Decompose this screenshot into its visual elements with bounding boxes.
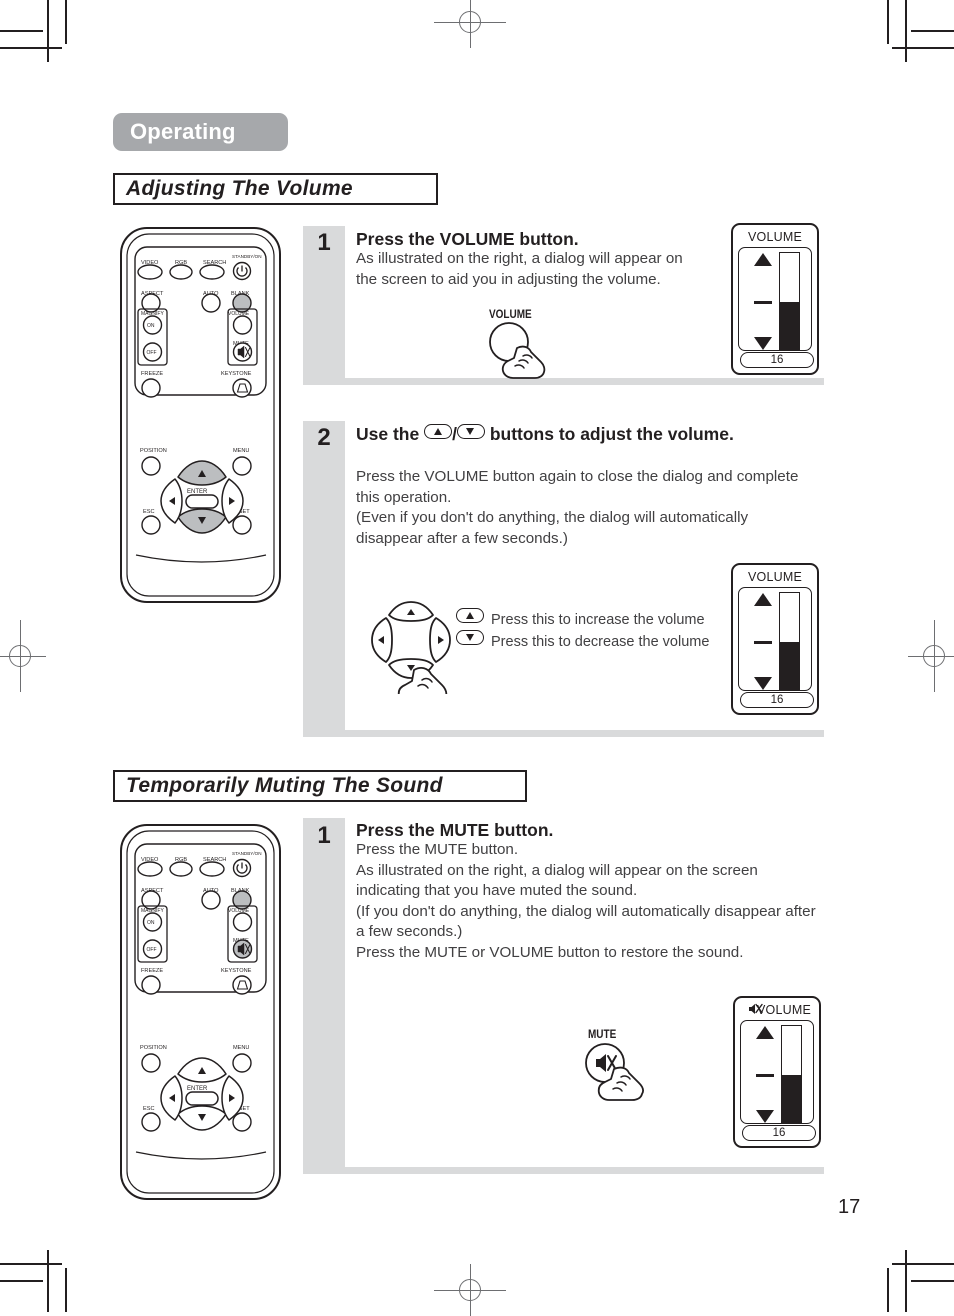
osd-up-arrow-icon [754, 253, 772, 266]
svg-text:OFF: OFF [147, 350, 157, 356]
osd-midpoint-dash [754, 301, 772, 304]
legend-increase-text: Press this to increase the volume [491, 612, 705, 628]
svg-text:FREEZE: FREEZE [141, 371, 163, 377]
osd-level-bar [779, 592, 800, 691]
osd-value: 16 [740, 352, 814, 368]
osd-up-arrow-icon [754, 593, 772, 606]
registration-mark-top [434, 0, 506, 48]
osd-level-fill [782, 1074, 801, 1123]
registration-mark-bottom [434, 1264, 506, 1316]
step-title-2: Use the / buttons to adjust the volume. [356, 424, 786, 445]
section-heading-adjusting-volume: Adjusting The Volume [113, 173, 438, 205]
osd-midpoint-dash [756, 1074, 774, 1077]
osd-midpoint-dash [754, 641, 772, 644]
volume-button-press-illustration: VOLUME [487, 306, 577, 390]
section-title: Adjusting The Volume [126, 177, 353, 200]
registration-mark-right [908, 620, 954, 692]
svg-text:ON: ON [147, 920, 155, 926]
svg-text:STANDBY/ON: STANDBY/ON [232, 254, 262, 259]
step-title-2-before: Use the [356, 424, 425, 444]
osd-value: 16 [740, 692, 814, 708]
osd-inner-frame [738, 247, 812, 351]
osd-level-bar [781, 1025, 802, 1124]
step-title-2-separator: / [452, 424, 457, 444]
svg-text:FREEZE: FREEZE [141, 968, 163, 974]
manual-page: Operating Adjusting The Volume 1 Press t… [0, 0, 954, 1316]
osd-inner-frame [738, 587, 812, 691]
registration-mark-left [0, 620, 46, 692]
step-body-mute-1: Press the MUTE button. As illustrated on… [356, 841, 816, 961]
volume-osd-step1: VOLUME 16 [731, 223, 819, 375]
legend-decrease-volume: Press this to decrease the volume [456, 630, 709, 650]
up-key-icon [424, 424, 453, 439]
section-heading-muting-sound: Temporarily Muting The Sound [113, 770, 527, 802]
svg-text:MENU: MENU [233, 1045, 249, 1051]
legend-decrease-text: Press this to decrease the volume [491, 634, 710, 650]
svg-text:ESC: ESC [143, 509, 155, 515]
osd-level-fill [780, 301, 799, 350]
volume-osd-muted: VOLUME 16 [733, 996, 821, 1148]
volume-osd-step2: VOLUME 16 [731, 563, 819, 715]
down-key-icon [456, 424, 485, 439]
chapter-tab: Operating [113, 113, 288, 151]
osd-inner-frame [740, 1020, 814, 1124]
osd-title: VOLUME [757, 1003, 811, 1017]
svg-text:ENTER: ENTER [187, 489, 208, 495]
legend-increase-volume: Press this to increase the volume [456, 608, 705, 628]
osd-level-fill [780, 641, 799, 690]
svg-text:ON: ON [147, 323, 155, 329]
svg-text:POSITION: POSITION [140, 448, 167, 454]
osd-title: VOLUME [748, 230, 802, 244]
step-body-2: Press the VOLUME button again to close t… [356, 468, 799, 547]
step-number-1: 1 [317, 229, 331, 256]
svg-text:MUTE: MUTE [588, 1028, 616, 1041]
svg-text:STANDBY/ON: STANDBY/ON [232, 851, 262, 856]
osd-up-arrow-icon [756, 1026, 774, 1039]
remote-control-diagram-mute: VIDEO RGB SEARCH STANDBY/ON ASPECT AUTO … [118, 822, 283, 1207]
svg-text:ENTER: ENTER [187, 1086, 208, 1092]
osd-down-arrow-icon [754, 337, 772, 350]
osd-title: VOLUME [748, 570, 802, 584]
svg-text:OFF: OFF [147, 947, 157, 953]
step-body-1: As illustrated on the right, a dialog wi… [356, 250, 683, 288]
svg-text:ESC: ESC [143, 1106, 155, 1112]
osd-level-bar [779, 252, 800, 351]
svg-text:KEYSTONE: KEYSTONE [221, 968, 252, 974]
remote-control-diagram-volume: VIDEO RGB SEARCH STANDBY/ON ASPECT AUTO … [118, 225, 283, 610]
section-title: Temporarily Muting The Sound [126, 774, 443, 797]
svg-text:KEYSTONE: KEYSTONE [221, 371, 252, 377]
step-title-2-after: buttons to adjust the volume. [484, 424, 734, 444]
step-title-mute-1: Press the MUTE button. [356, 820, 554, 840]
step-number-2: 2 [317, 424, 331, 451]
step-title-1: Press the VOLUME button. [356, 229, 579, 249]
svg-text:POSITION: POSITION [140, 1045, 167, 1051]
down-key-icon [456, 630, 484, 645]
osd-down-arrow-icon [754, 677, 772, 690]
osd-value: 16 [742, 1125, 816, 1141]
page-number: 17 [838, 1196, 861, 1218]
mute-button-press-illustration: MUTE [583, 1025, 675, 1111]
up-key-icon [456, 608, 484, 623]
arrow-pad-press-illustration [356, 588, 466, 705]
svg-text:VOLUME: VOLUME [489, 308, 532, 321]
osd-down-arrow-icon [756, 1110, 774, 1123]
step-number-mute-1: 1 [317, 822, 331, 849]
svg-text:MENU: MENU [233, 448, 249, 454]
